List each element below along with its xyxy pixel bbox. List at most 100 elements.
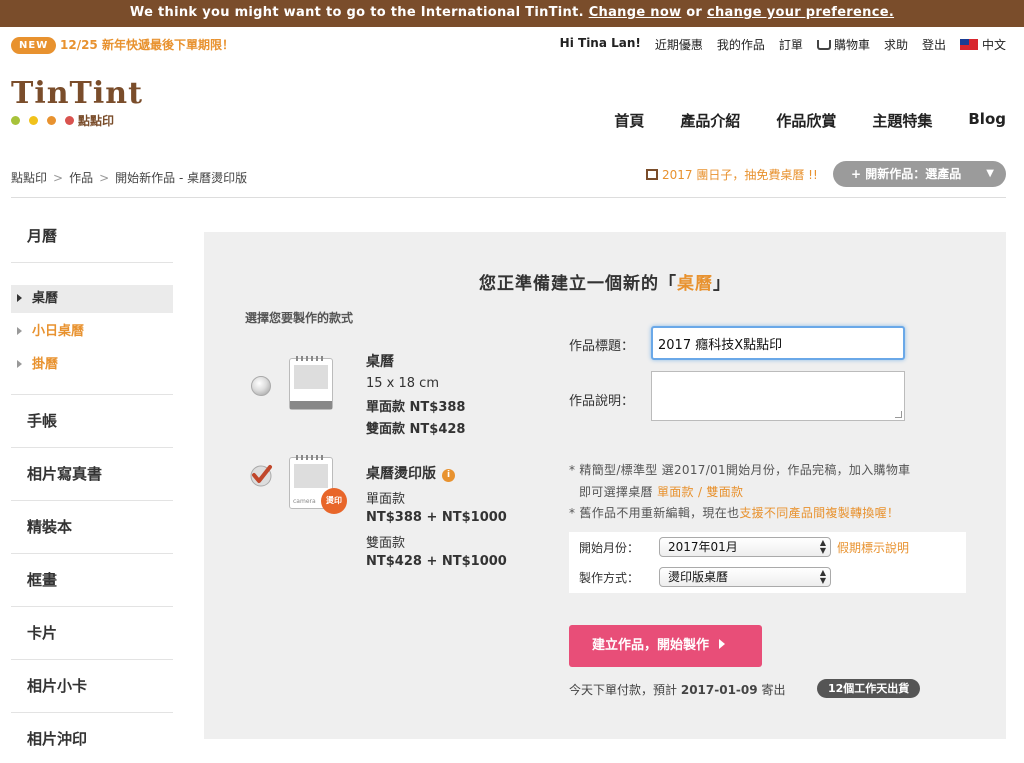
tintint-logo[interactable]: TinTint 點點印 — [11, 78, 143, 129]
ship-prefix: 今天下單付款，預計 — [569, 683, 678, 697]
play-arrow-icon — [719, 639, 726, 649]
triangle-right-icon — [17, 360, 22, 368]
info-icon[interactable]: i — [442, 469, 455, 482]
nav-blog[interactable]: Blog — [968, 110, 1006, 131]
user-greeting[interactable]: Hi Tina Lan! — [560, 36, 641, 53]
logo-dot-yellow — [29, 116, 38, 125]
gift-icon — [646, 169, 658, 180]
nav-help[interactable]: 求助 — [884, 36, 908, 53]
nav-themes[interactable]: 主題特集 — [872, 110, 932, 131]
product-name-hot-stamp-calendar: 桌曆燙印版 i — [366, 463, 455, 483]
sidebar-item-monthly-calendar[interactable]: 月曆 — [11, 210, 173, 263]
nav-logout[interactable]: 登出 — [922, 36, 946, 53]
select-arrows-icon: ▲ ▼ — [819, 568, 826, 585]
sidebar-item-mini-desk-calendar[interactable]: 小日桌曆 — [11, 318, 173, 346]
promo-link[interactable]: 12/25 新年快遞最後下單期限！ — [60, 36, 234, 53]
calendar-rings — [296, 455, 326, 460]
international-banner: We think you might want to go to the Int… — [0, 0, 1024, 27]
breadcrumb-sep: > — [99, 171, 110, 185]
sidebar-item-label: 桌曆 — [32, 291, 59, 306]
sidebar-item-planner[interactable]: 手帳 — [11, 395, 173, 448]
desk-calendar-radio[interactable] — [251, 376, 271, 396]
product-single-price: NT$388 + NT$1000 — [366, 510, 507, 525]
hot-stamp-badge: 燙印 — [321, 488, 347, 514]
change-now-link[interactable]: Change now — [589, 5, 682, 20]
resize-handle-icon[interactable] — [895, 411, 902, 418]
sidebar-item-hardcover[interactable]: 精裝本 — [11, 501, 173, 554]
nav-products[interactable]: 產品介紹 — [680, 110, 740, 131]
sidebar-item-photo-print[interactable]: 相片沖印 — [11, 713, 173, 763]
ship-suffix: 寄出 — [761, 683, 786, 697]
lottery-notice-text: 2017 團日子，抽免費桌曆 !! — [662, 168, 818, 182]
breadcrumb-current: 開始新作品 - 桌曆燙印版 — [115, 171, 248, 185]
holiday-help-link[interactable]: 假期標示說明 — [837, 539, 909, 556]
breadcrumb: 點點印 > 作品 > 開始新作品 - 桌曆燙印版 — [11, 169, 247, 186]
change-preference-link[interactable]: change your preference. — [707, 5, 894, 20]
select-arrows-icon: ▲ ▼ — [819, 538, 826, 555]
create-work-panel: 您正準備建立一個新的「桌曆」 選擇您要製作的款式 桌曆 15 x 18 cm 單… — [204, 232, 1006, 739]
product-double-price: NT$428 + NT$1000 — [366, 554, 507, 569]
sidebar-item-card[interactable]: 卡片 — [11, 607, 173, 660]
note-line-2-text: 即可選擇桌曆 — [579, 485, 653, 499]
desk-calendar-thumbnail — [289, 356, 333, 410]
calendar-rings — [296, 356, 326, 361]
shipping-days-badge: 12個工作天出貨 — [817, 679, 921, 698]
product-double-label: 雙面款 — [366, 536, 406, 551]
new-work-button[interactable]: + 開新作品：選產品 ▼ — [833, 161, 1006, 187]
sidebar-item-wall-calendar[interactable]: 掛曆 — [11, 351, 173, 379]
nav-gallery[interactable]: 作品欣賞 — [776, 110, 836, 131]
product-single-label: 單面款 — [366, 492, 406, 507]
ship-date: 2017-01-09 — [680, 683, 758, 697]
nav-home[interactable]: 首頁 — [614, 110, 644, 131]
create-work-label: 建立作品，開始製作 — [592, 638, 710, 653]
copy-convert-link[interactable]: 支援不同產品間複製轉換喔！ — [739, 506, 899, 520]
hot-stamp-calendar-radio-checked[interactable] — [248, 462, 274, 488]
nav-orders[interactable]: 訂單 — [779, 36, 803, 53]
sidebar-item-frame[interactable]: 框畫 — [11, 554, 173, 607]
logo-subtitle: 點點印 — [78, 114, 115, 128]
lottery-notice[interactable]: 2017 團日子，抽免費桌曆 !! — [646, 166, 818, 183]
sidebar-item-photo-book[interactable]: 相片寫真書 — [11, 448, 173, 501]
logo-dot-red — [65, 116, 74, 125]
sidebar-item-photo-mini-card[interactable]: 相片小卡 — [11, 660, 173, 713]
sidebar-item-desk-calendar[interactable]: 桌曆 — [11, 285, 173, 313]
create-work-button[interactable]: 建立作品，開始製作 — [569, 625, 762, 667]
triangle-right-icon — [17, 294, 22, 302]
start-month-select[interactable]: 2017年01月 ▲ ▼ — [659, 537, 831, 557]
choose-style-label: 選擇您要製作的款式 — [245, 311, 354, 325]
product-double-price: 雙面款 NT$428 — [366, 422, 466, 437]
main-nav: 首頁 產品介紹 作品欣賞 主題特集 Blog — [578, 110, 1006, 131]
language-selector[interactable]: 中文 — [959, 36, 1006, 53]
method-select[interactable]: 燙印版桌曆 ▲ ▼ — [659, 567, 831, 587]
nav-deals[interactable]: 近期優惠 — [655, 36, 703, 53]
logo-dot-orange — [47, 116, 56, 125]
work-description-textarea[interactable] — [651, 371, 905, 421]
start-month-label: 開始月份： — [579, 541, 640, 555]
panel-title-suffix: 」 — [713, 274, 731, 294]
method-label: 製作方式： — [579, 571, 640, 585]
work-title-input[interactable] — [651, 326, 905, 360]
breadcrumb-sep: > — [53, 171, 64, 185]
start-month-value: 2017年01月 — [668, 540, 738, 554]
note-line-3-text: * 舊作品不用重新編輯，現在也 — [569, 506, 740, 520]
nav-cart[interactable]: 購物車 — [816, 36, 870, 53]
cart-icon — [816, 40, 831, 50]
banner-text: We think you might want to go to the Int… — [129, 5, 584, 20]
user-nav: Hi Tina Lan! 近期優惠 我的作品 訂單 購物車 求助 登出 中文 — [546, 36, 1006, 53]
single-double-link[interactable]: 單面款 / 雙面款 — [657, 485, 743, 499]
shipping-estimate: 今天下單付款，預計 2017-01-09 寄出 — [569, 681, 785, 698]
new-work-label: + 開新作品：選產品 — [851, 167, 962, 181]
cart-label: 購物車 — [833, 38, 870, 52]
product-sidebar: 月曆 桌曆 小日桌曆 掛曆 手帳 相片寫真書 精裝本 框畫 卡片 相片小卡 相片… — [11, 210, 173, 763]
options-box: 開始月份： 2017年01月 ▲ ▼ 假期標示說明 製作方式： 燙印版桌曆 ▲ ▼ — [569, 532, 966, 593]
note-line-2: 即可選擇桌曆 單面款 / 雙面款 — [579, 483, 743, 500]
breadcrumb-works[interactable]: 作品 — [69, 171, 93, 185]
panel-title-highlight: 桌曆 — [677, 274, 713, 294]
product-size: 15 x 18 cm — [366, 376, 439, 391]
calendar-photo-placeholder — [294, 365, 328, 389]
top-bar: NEW 12/25 新年快遞最後下單期限！ Hi Tina Lan! 近期優惠 … — [0, 27, 1024, 63]
work-description-label: 作品說明： — [569, 394, 635, 409]
breadcrumb-home[interactable]: 點點印 — [11, 171, 47, 185]
note-line-3: * 舊作品不用重新編輯，現在也支援不同產品間複製轉換喔！ — [569, 504, 899, 521]
nav-my-works[interactable]: 我的作品 — [717, 36, 765, 53]
